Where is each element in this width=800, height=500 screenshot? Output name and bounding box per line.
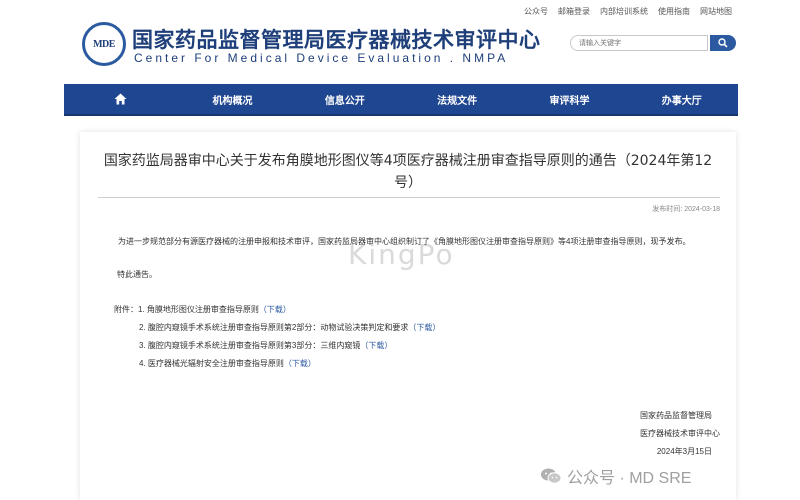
attachment-title: 2. 腹腔内窥镜手术系统注册审查指导原则第2部分：动物试验决策判定和要求 (139, 323, 409, 332)
link-official-account[interactable]: 公众号 (524, 6, 548, 17)
attachment-2: 2. 腹腔内窥镜手术系统注册审查指导原则第2部分：动物试验决策判定和要求（下载） (139, 322, 440, 333)
signature-org: 国家药品监督管理局 (640, 411, 712, 420)
download-link[interactable]: （下载） (360, 341, 392, 350)
main-nav: 机构概况 信息公开 法规文件 审评科学 办事大厅 (64, 84, 738, 116)
publish-date: 发布时间: 2024-03-18 (650, 204, 720, 214)
nav-item-about[interactable]: 机构概况 (176, 84, 288, 114)
attachments-label: 附件： (114, 305, 138, 314)
download-link[interactable]: （下载） (284, 359, 316, 368)
top-utility-links: 公众号 邮箱登录 内部培训系统 使用指南 网站地图 (524, 6, 732, 17)
wechat-icon (541, 468, 562, 484)
download-link[interactable]: （下载） (408, 323, 440, 332)
link-training-system[interactable]: 内部培训系统 (600, 6, 648, 17)
attachment-title: 3. 腹腔内窥镜手术系统注册审查指导原则第3部分：三维内窥镜 (139, 341, 361, 350)
attachment-title: 1. 角膜地形图仪注册审查指导原则 (138, 305, 259, 314)
link-mail-login[interactable]: 邮箱登录 (558, 6, 590, 17)
link-user-guide[interactable]: 使用指南 (658, 6, 690, 17)
attachment-title: 4. 医疗器械光辐射安全注册审查指导原则 (139, 359, 284, 368)
nav-item-review-science[interactable]: 审评科学 (513, 84, 625, 114)
link-site-map[interactable]: 网站地图 (700, 6, 732, 17)
nav-item-info[interactable]: 信息公开 (289, 84, 401, 114)
search-box (570, 35, 736, 51)
home-icon (114, 93, 127, 105)
wechat-account-text: 公众号 · MD SRE (567, 470, 692, 487)
article-card: 国家药监局器审中心关于发布角膜地形图仪等4项医疗器械注册审查指导原则的通告（20… (80, 132, 736, 500)
nav-item-services[interactable]: 办事大厅 (626, 84, 738, 114)
mde-logo[interactable]: MDE (82, 22, 126, 66)
attachment-3: 3. 腹腔内窥镜手术系统注册审查指导原则第3部分：三维内窥镜（下载） (139, 340, 392, 351)
title-divider (98, 197, 720, 198)
search-input[interactable] (570, 35, 708, 51)
logo-text: MDE (93, 38, 115, 50)
attachment-4: 4. 医疗器械光辐射安全注册审查指导原则（下载） (139, 358, 316, 369)
signature-center: 医疗器械技术审评中心 (640, 429, 720, 438)
org-name-cn: 国家药品监督管理局医疗器械技术审评中心 (132, 27, 541, 52)
nav-home[interactable] (64, 84, 176, 114)
org-name-en: Center For Medical Device Evaluation . N… (134, 51, 509, 65)
search-button[interactable] (710, 35, 736, 51)
signature-date: 2024年3月15日 (656, 447, 712, 456)
download-link[interactable]: （下载） (259, 305, 291, 314)
wechat-watermark: 公众号 · MD SRE (540, 464, 691, 488)
kingpo-watermark: KingPo (348, 238, 455, 271)
date-value: 2024-03-18 (684, 206, 720, 213)
attachment-1: 附件：1. 角膜地形图仪注册审查指导原则（下载） (114, 304, 291, 315)
search-icon (718, 38, 728, 48)
article-title: 国家药监局器审中心关于发布角膜地形图仪等4项医疗器械注册审查指导原则的通告（20… (103, 153, 713, 191)
date-label: 发布时间: (652, 206, 683, 213)
nav-item-regulations[interactable]: 法规文件 (401, 84, 513, 114)
